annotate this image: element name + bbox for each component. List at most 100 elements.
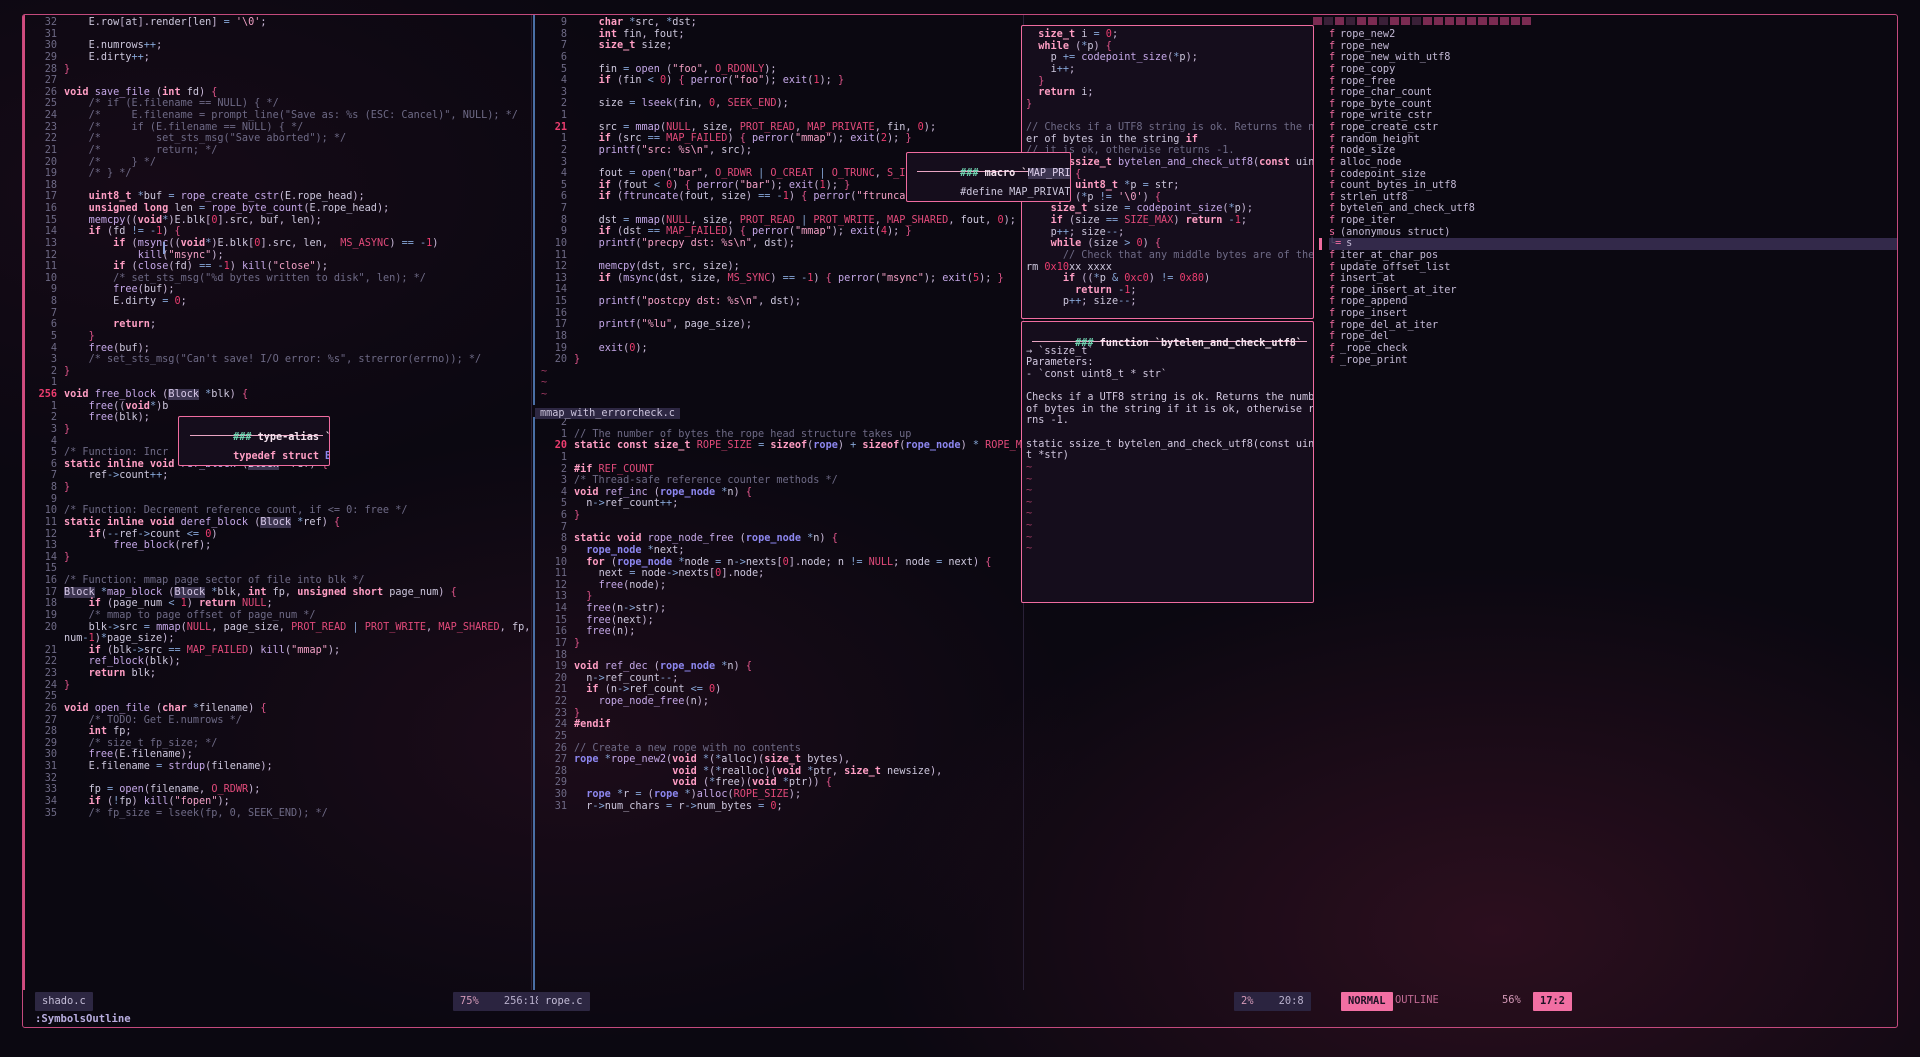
outline-item-rope-append[interactable]: f rope_append (1329, 296, 1897, 308)
code-line: 26 void save_file (int fd) { (31, 87, 531, 99)
outline-item-rope-byte-count[interactable]: f rope_byte_count (1329, 99, 1897, 111)
hover-doc-line: t *str) (1026, 450, 1069, 462)
outline-item-rope-insert-at-iter[interactable]: f rope_insert_at_iter (1329, 285, 1897, 297)
hover-doc-line: of bytes in the string if it is ok, othe… (1026, 403, 1314, 415)
line-number: 19 (44, 609, 57, 621)
code-line: 9 free(buf); (31, 284, 531, 296)
outline-item-label: rope_iter (1340, 215, 1396, 226)
outline-item-node-size[interactable]: f node_size (1329, 145, 1897, 157)
outline-item-update-offset-list[interactable]: f update_offset_list (1329, 262, 1897, 274)
outline-item-rope-copy[interactable]: f rope_copy (1329, 64, 1897, 76)
outline-item-rope-free[interactable]: f rope_free (1329, 76, 1897, 88)
outline-item-rope-new[interactable]: f rope_new (1329, 41, 1897, 53)
code-line: 35 /* fp_size = lseek(fp, 0, SEEK_END); … (31, 808, 531, 820)
scroll-block (1368, 17, 1377, 25)
line-number: 20 (554, 672, 567, 684)
scroll-block (1445, 17, 1454, 25)
preview-code-line: size_t i = 0; (1038, 29, 1119, 40)
empty-line-marker: ~ (1026, 473, 1033, 485)
outline-item-rope-iter[interactable]: f rope_iter (1329, 215, 1897, 227)
outline-item-count-bytes-in-utf8[interactable]: f count_bytes_in_utf8 (1329, 180, 1897, 192)
outline-item-insert-at[interactable]: f insert_at (1329, 273, 1897, 285)
line-number: 15 (44, 563, 57, 575)
line-number: 12 (554, 579, 567, 591)
hover-doc-line (1026, 381, 1313, 393)
statusline-left-file[interactable]: shado.c (35, 992, 93, 1011)
line-number: 23 (44, 668, 57, 679)
code-line: 16 free(n); (541, 626, 1023, 638)
code-line: 33 fp = open(filename, O_RDWR); (31, 784, 531, 796)
lsp-hover-macro-popup[interactable]: ### macro `MAP_PRIVATE #define MAP_PRIVA… (906, 152, 1071, 202)
outline-item-rope-write-cstr[interactable]: f rope_write_cstr (1329, 110, 1897, 122)
code-line: 31 E.filename = strdup(filename); (31, 761, 531, 773)
outline-item-bytelen-and-check-utf8[interactable]: f bytelen_and_check_utf8 (1329, 203, 1897, 215)
line-number: 16 (44, 203, 57, 214)
outline-item-label: random_height (1340, 133, 1420, 145)
preview-code-line: return -1; (1075, 284, 1137, 296)
line-number: 27 (44, 714, 57, 726)
lsp-hover-typealias-popup[interactable]: ### type-alias `Block` typedef struct Bl… (178, 416, 330, 466)
editor-pane-left[interactable]: 32 E.row[at].render[len] = '\0'; 31 30 E.n… (23, 15, 531, 990)
outline-item-codepoint-size[interactable]: f codepoint_size (1329, 169, 1897, 181)
line-number: 15 (554, 296, 567, 307)
outline-item--anonymous-struct-[interactable]: s (anonymous struct) (1329, 227, 1897, 239)
code-line: 27 (31, 75, 531, 87)
code-line: 4 void ref_inc (rope_node *n) { (541, 487, 1023, 499)
outline-item-rope-new-with-utf8[interactable]: f rope_new_with_utf8 (1329, 52, 1897, 64)
code-line: 23 return blk; (31, 668, 531, 680)
line-number: 25 (44, 98, 57, 110)
line-number: 24 (44, 110, 57, 121)
outline-item--rope-print[interactable]: f _rope_print (1329, 355, 1897, 367)
line-number: 8 (560, 533, 567, 545)
cursorline-accent-middle-top (533, 15, 535, 405)
empty-line-markers-middle-top: ~~~~ (533, 366, 1023, 405)
outline-item-label: rope_del (1340, 331, 1390, 343)
outline-item-random-height[interactable]: f random_height (1329, 133, 1897, 146)
outline-item-rope-char-count[interactable]: f rope_char_count (1329, 87, 1897, 99)
statusline-right-position: 17:2 (1533, 992, 1573, 1011)
code-line: 16 (541, 308, 1023, 320)
outline-item-rope-del[interactable]: f rope_del (1329, 331, 1897, 343)
code-line: 29 E.dirty++; (31, 52, 531, 64)
outline-item-iter-at-char-pos[interactable]: f iter_at_char_pos (1329, 250, 1897, 262)
code-line: 28} (31, 64, 531, 76)
outline-item-strlen-utf8[interactable]: f strlen_utf8 (1329, 192, 1897, 204)
code-line: 11 static inline void deref_block (Block … (31, 516, 531, 529)
outline-item-label: insert_at (1340, 273, 1396, 285)
outline-item-list[interactable]: f rope_new2 f rope_new f rope_new_with_utf8 f r… (1329, 29, 1897, 367)
editor-pane-middle-top[interactable]: 9 char *src, *dst; 8 int fin, fout; 7 size… (533, 15, 1023, 405)
lsp-hover-function-popup[interactable]: ### function `bytelen_and_check_utf8` → … (1021, 321, 1314, 603)
command-line[interactable]: :SymbolsOutline (35, 1013, 131, 1025)
statusline-mid-position: 2% 20:8 (1234, 992, 1311, 1011)
outline-item-rope-create-cstr[interactable]: f rope_create_cstr (1329, 122, 1897, 134)
editor-pane-middle-bottom[interactable]: 2 1// The number of bytes the rope head s… (533, 417, 1023, 990)
statusline-mid-file[interactable]: rope.c (538, 992, 590, 1011)
line-number: 6 (50, 458, 57, 470)
code-line: 1 if (src == MAP_FAILED) { perror("mmap"… (541, 133, 1023, 145)
scroll-block (1478, 17, 1487, 25)
code-line: 12 free(node); (541, 580, 1023, 592)
code-line: 4 if (fin < 0) { perror("foo"); exit(1);… (541, 75, 1023, 87)
code-line: num-1)*page_size); (64, 633, 175, 645)
outline-item-rope-del-at-iter[interactable]: f rope_del_at_iter (1329, 320, 1897, 332)
outline-item-rope-insert[interactable]: f rope_insert (1329, 308, 1897, 320)
outline-item-rope-new2[interactable]: f rope_new2 (1329, 29, 1897, 41)
empty-line-marker: ~ (1026, 520, 1033, 531)
line-number: 11 (44, 516, 57, 528)
code-line: 3 /* set_sts_msg("Can't save! I/O error:… (31, 354, 531, 366)
code-line: 6} (541, 510, 1023, 522)
symbol-kind-icon: f (1329, 180, 1336, 192)
line-number: 7 (560, 521, 567, 533)
line-number: 18 (44, 598, 57, 610)
line-number: 24 (44, 679, 57, 691)
code-line: 2} (31, 366, 531, 378)
line-number: 2 (560, 98, 567, 110)
outline-item-alloc-node[interactable]: f alloc_node (1329, 157, 1897, 169)
line-number: 14 (554, 603, 567, 614)
code-line: 8} (31, 482, 531, 494)
outline-item-s[interactable]: └= s (1329, 238, 1897, 250)
symbols-outline-sidebar[interactable]: f rope_new2 f rope_new f rope_new_with_utf8 f r… (1323, 29, 1897, 989)
scroll-block (1357, 17, 1366, 25)
outline-item--rope-check[interactable]: f _rope_check (1329, 343, 1897, 355)
outline-item-label: bytelen_and_check_utf8 (1340, 203, 1475, 215)
